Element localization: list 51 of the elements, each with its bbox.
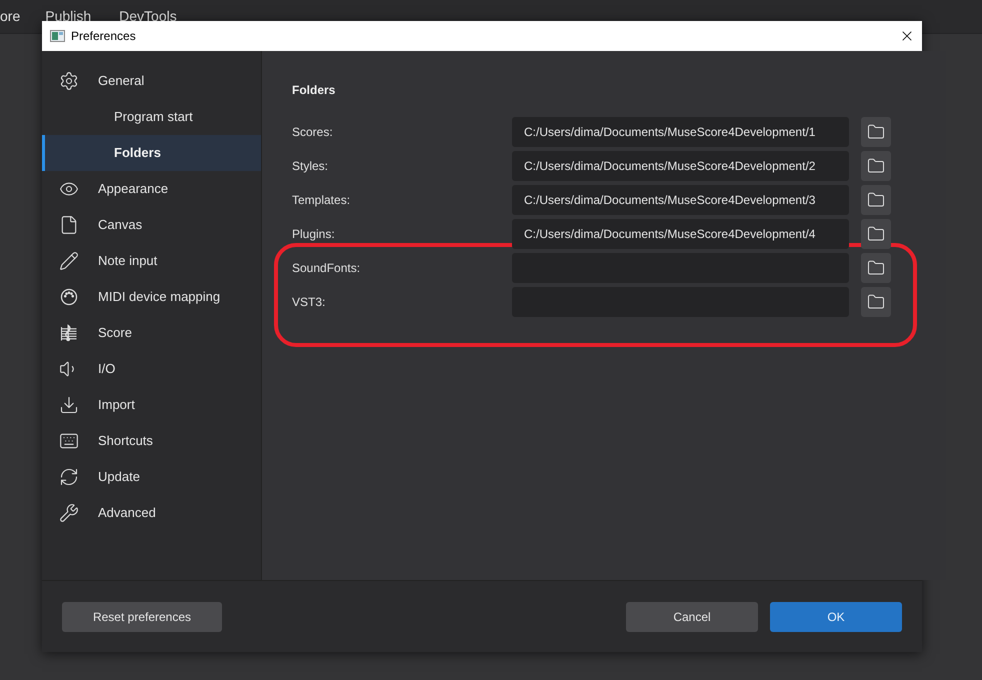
field-label: Scores: <box>292 124 334 141</box>
sidebar-item[interactable]: General <box>42 63 261 99</box>
keyboard-icon <box>59 431 79 451</box>
sidebar-item[interactable]: Program start <box>42 99 261 135</box>
path-field[interactable]: C:/Users/dima/Documents/MuseScore4Development/4 <box>512 219 849 249</box>
sidebar-item[interactable]: Advanced <box>42 495 261 531</box>
field-label: Plugins: <box>292 226 336 243</box>
field-label: VST3: <box>292 294 326 311</box>
document-icon <box>59 215 79 235</box>
sidebar-item[interactable]: Appearance <box>42 171 261 207</box>
settings-icon <box>59 71 79 91</box>
menu-item[interactable]: ore <box>0 6 20 27</box>
browse-button[interactable] <box>861 219 891 249</box>
download-icon <box>59 395 79 415</box>
sidebar-item[interactable]: MIDI device mapping <box>42 279 261 315</box>
sidebar-item[interactable]: Canvas <box>42 207 261 243</box>
sidebar-item[interactable]: Update <box>42 459 261 495</box>
folder-icon <box>867 293 885 311</box>
reset-preferences-button[interactable]: Reset preferences <box>62 602 222 632</box>
window-title: Preferences <box>71 28 136 45</box>
pencil-icon <box>59 251 79 271</box>
field-label: Styles: <box>292 158 330 175</box>
sidebar-item[interactable]: Score <box>42 315 261 351</box>
browse-button[interactable] <box>861 117 891 147</box>
browse-button[interactable] <box>861 151 891 181</box>
browse-button[interactable] <box>861 287 891 317</box>
path-field[interactable]: C:/Users/dima/Documents/MuseScore4Development/3 <box>512 185 849 215</box>
wrench-icon <box>59 503 79 523</box>
section-title: Folders <box>292 82 336 99</box>
browse-button[interactable] <box>861 185 891 215</box>
sidebar-item[interactable]: Note input <box>42 243 261 279</box>
folder-icon <box>867 191 885 209</box>
folder-icon <box>867 157 885 175</box>
path-field[interactable]: C:/Users/dima/Documents/MuseScore4Development/2 <box>512 151 849 181</box>
sidebar-item[interactable]: Folders <box>42 135 261 171</box>
sidebar-item[interactable]: I/O <box>42 351 261 387</box>
midi-connector-icon <box>59 287 79 307</box>
folder-icon <box>867 259 885 277</box>
app-icon <box>50 30 65 42</box>
browse-button[interactable] <box>861 253 891 283</box>
path-field[interactable]: C:/Users/dima/Documents/MuseScore4Development/1 <box>512 117 849 147</box>
music-staff-icon <box>59 323 79 343</box>
sidebar-item[interactable]: Shortcuts <box>42 423 261 459</box>
folder-icon <box>867 225 885 243</box>
sidebar-item[interactable]: Import <box>42 387 261 423</box>
folder-icon <box>867 123 885 141</box>
ok-button[interactable]: OK <box>770 602 902 632</box>
field-label: SoundFonts: <box>292 260 362 277</box>
cancel-button[interactable]: Cancel <box>626 602 758 632</box>
field-label: Templates: <box>292 192 352 209</box>
refresh-icon <box>59 467 79 487</box>
